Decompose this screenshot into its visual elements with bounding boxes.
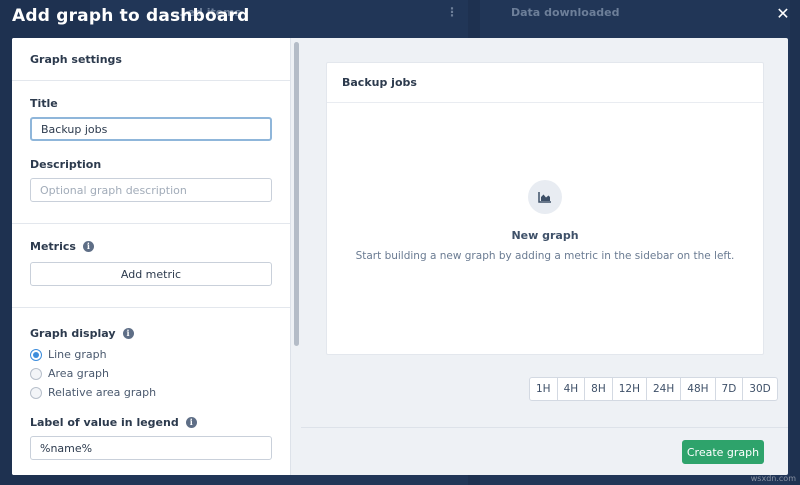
time-range-48h[interactable]: 48H [681,378,716,400]
modal-footer: Create graph [301,427,788,475]
radio-button[interactable] [30,386,42,399]
info-icon[interactable]: i [122,328,134,339]
radio-label: Relative area graph [48,386,157,399]
graph-settings-sidebar: Graph settings Title Description Metrics… [12,38,291,475]
modal-title: Add graph to dashboard [12,6,250,26]
legend-label-input[interactable] [30,436,272,460]
time-range-4h[interactable]: 4H [558,378,586,400]
title-label: Title [30,97,58,110]
modal-body: Graph settings Title Description Metrics… [12,38,788,475]
legend-label: Label of value in legend [30,416,179,429]
radio-label: Line graph [48,348,107,361]
preview-card-title: Backup jobs [327,63,763,103]
radio-button[interactable] [30,367,42,380]
description-label: Description [30,158,102,171]
time-range-8h[interactable]: 8H [585,378,613,400]
background-panel-title: Data downloaded [511,6,620,19]
kebab-menu-icon: ⋮ [446,5,458,19]
metrics-label-row: Metrics i [30,240,272,253]
close-icon[interactable]: ✕ [775,6,791,22]
settings-header-section: Graph settings [12,38,290,81]
radio-line-graph[interactable]: Line graph [30,345,272,364]
time-range-12h[interactable]: 12H [613,378,647,400]
radio-label: Area graph [48,367,110,380]
title-input[interactable] [30,117,272,141]
preview-card: Backup jobs New graph Start building a n… [326,62,764,355]
display-label-row: Graph display i [30,327,272,340]
time-range-30d[interactable]: 30D [743,378,776,400]
empty-state-description: Start building a new graph by adding a m… [355,250,735,262]
watermark: wsxdn.com [750,474,796,483]
create-graph-button[interactable]: Create graph [682,440,764,464]
add-metric-button[interactable]: Add metric [30,262,272,286]
info-icon[interactable]: i [185,417,197,428]
display-radio-group: Line graph Area graph Relative area grap… [30,345,272,402]
time-range-24h[interactable]: 24H [647,378,682,400]
metrics-label: Metrics [30,240,76,253]
time-range-1h[interactable]: 1H [530,378,558,400]
scrollbar-thumb[interactable] [294,42,299,346]
empty-state-title: New graph [511,229,579,242]
info-icon[interactable]: i [82,241,94,252]
radio-button[interactable] [30,348,42,361]
time-range-selector: 1H 4H 8H 12H 24H 48H 7D 30D [529,377,778,401]
radio-area-graph[interactable]: Area graph [30,364,272,383]
title-description-section: Title Description [12,81,290,224]
graph-preview-panel: Backup jobs New graph Start building a n… [301,38,788,475]
display-section: Graph display i Line graph Area graph Re… [12,308,290,460]
description-input[interactable] [30,178,272,202]
area-chart-icon [528,180,562,214]
time-range-7d[interactable]: 7D [716,378,744,400]
metrics-section: Metrics i Add metric [12,224,290,308]
settings-heading: Graph settings [30,52,122,66]
legend-label-row: Label of value in legend i [30,416,272,429]
graph-display-label: Graph display [30,327,116,340]
radio-relative-area-graph[interactable]: Relative area graph [30,383,272,402]
